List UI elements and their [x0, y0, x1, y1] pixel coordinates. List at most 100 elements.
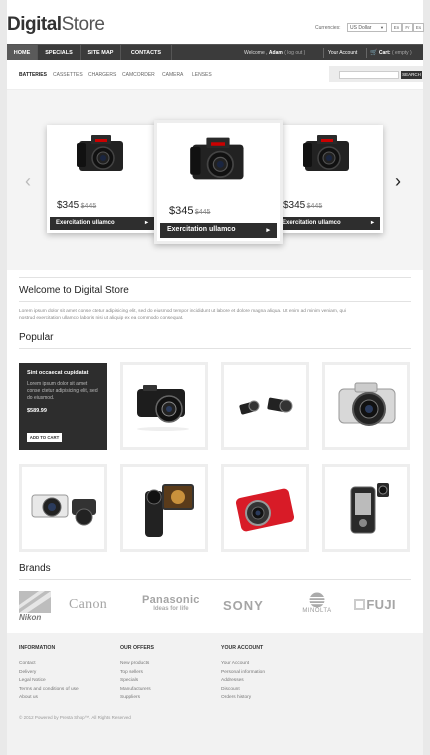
- pocket-camcorder-image: [350, 483, 389, 534]
- nav-contacts[interactable]: CONTACTS: [121, 45, 172, 61]
- nikon-logo-icon: [19, 591, 51, 613]
- brand-sony[interactable]: SONY: [223, 598, 264, 613]
- logo[interactable]: DigitalStore: [7, 14, 105, 36]
- cat-cassettes[interactable]: CASSETTES: [53, 72, 83, 78]
- brand-tagline: Ideas for life: [153, 606, 189, 612]
- brand-canon[interactable]: Canon: [69, 597, 107, 613]
- product-tile[interactable]: [221, 464, 309, 552]
- cat-chargers[interactable]: CHARGERS: [88, 72, 116, 78]
- caption-text: Exercitation ullamco: [167, 226, 236, 233]
- your-account-link[interactable]: Your Account: [328, 45, 357, 61]
- footer-link-your-account[interactable]: Your Account: [221, 661, 321, 666]
- welcome-text: Welcome , Adam ( log out ): [244, 45, 305, 61]
- nav-home[interactable]: HOME: [7, 45, 38, 61]
- page: DigitalStore Currencies: US Dollar ▼ En …: [7, 0, 424, 755]
- footer-link-manufacturers[interactable]: Manufacturers: [120, 687, 220, 692]
- old-price: $445: [194, 209, 211, 216]
- currency-label: Currencies:: [315, 25, 341, 31]
- product-tile[interactable]: [120, 362, 208, 450]
- lang-es-button[interactable]: Es: [413, 23, 424, 32]
- brand-panasonic[interactable]: Panasonic Ideas for life: [142, 594, 200, 612]
- copyright: © 2012 Powered by Presta Shop™. All Righ…: [19, 715, 131, 720]
- nav-divider: [323, 48, 324, 58]
- footer-link-delivery[interactable]: Delivery: [19, 670, 119, 675]
- logout-link[interactable]: ( log out ): [284, 50, 305, 56]
- caption-arrow-icon: ▸: [144, 220, 148, 226]
- footer-link-personal-info[interactable]: Personal information: [221, 670, 321, 675]
- currency-select[interactable]: US Dollar ▼: [347, 23, 387, 32]
- footer-link-addresses[interactable]: Addresses: [221, 678, 321, 683]
- camera-kit-image: [31, 494, 96, 526]
- caption-text: Exercitation ullamco: [56, 220, 115, 226]
- product-tile[interactable]: [322, 464, 410, 552]
- footer-link-suppliers[interactable]: Suppliers: [120, 695, 220, 700]
- compact-camera-image: [137, 385, 189, 431]
- card-caption[interactable]: Exercitation ullamco ▸: [50, 217, 154, 230]
- footer-link-orders[interactable]: Orders history: [221, 695, 321, 700]
- camcorder-image: [145, 484, 194, 537]
- camera-image: [303, 135, 349, 171]
- divider: [19, 277, 411, 278]
- cart-link[interactable]: 🛒 Cart: ( empty ): [370, 45, 412, 61]
- slider-card[interactable]: $345 $445 Exercitation ullamco ▸: [47, 125, 157, 233]
- brand-name: Panasonic: [142, 594, 200, 606]
- footer-link-about[interactable]: About us: [19, 695, 119, 700]
- lang-fr-button[interactable]: Fr: [402, 23, 413, 32]
- cat-batteries[interactable]: BATTERIES: [19, 72, 47, 78]
- price: $345 $445: [169, 205, 210, 217]
- card-caption[interactable]: Exercitation ullamco ▸: [276, 217, 380, 230]
- brand-name: Nikon: [19, 613, 42, 622]
- footer-link-new-products[interactable]: New products: [120, 661, 220, 666]
- nav-sitemap[interactable]: SITE MAP: [81, 45, 121, 61]
- old-price: $445: [306, 203, 323, 210]
- promo-tile: Sint occaecat cupidatat Lorem ipsum dolo…: [19, 363, 107, 450]
- welcome-prefix: Welcome ,: [244, 50, 268, 56]
- slider-card[interactable]: $345 $445 Exercitation ullamco ▸: [273, 125, 383, 233]
- product-tile[interactable]: [322, 362, 410, 450]
- caption-arrow-icon: ▸: [266, 227, 270, 234]
- slider-prev-arrow-icon[interactable]: ‹: [25, 172, 31, 190]
- footer-column-account: YOUR ACCOUNT Your Account Personal infor…: [221, 645, 321, 700]
- footer-column-information: INFORMATION Contact Delivery Legal Notic…: [19, 645, 119, 700]
- cart-icon: 🛒: [370, 50, 378, 56]
- slider-next-arrow-icon[interactable]: ›: [395, 172, 401, 190]
- card-caption[interactable]: Exercitation ullamco ▸: [160, 223, 277, 238]
- footer-link-contact[interactable]: Contact: [19, 661, 119, 666]
- search-button[interactable]: SEARCH: [401, 71, 422, 79]
- cat-camcorder[interactable]: CAMCORDER: [122, 72, 155, 78]
- footer-link-legal[interactable]: Legal Notice: [19, 678, 119, 683]
- caption-text: Exercitation ullamco: [282, 220, 341, 226]
- cat-lenses[interactable]: LENSES: [192, 72, 212, 78]
- cart-label: Cart:: [378, 50, 391, 56]
- nav-specials[interactable]: SPECIALS: [38, 45, 81, 61]
- footer-link-terms[interactable]: Terms and conditions of use: [19, 687, 119, 692]
- footer-link-specials[interactable]: Specials: [120, 678, 220, 683]
- brand-nikon[interactable]: Nikon: [19, 591, 51, 622]
- lang-en-button[interactable]: En: [391, 23, 402, 32]
- brand-minolta[interactable]: MINOLTA: [300, 592, 334, 614]
- current-price: $345: [57, 200, 80, 211]
- logo-bold: Digital: [7, 14, 62, 35]
- cat-camera[interactable]: CAMERA: [162, 72, 183, 78]
- divider: [19, 301, 411, 302]
- product-tile[interactable]: [19, 464, 107, 552]
- footer-link-top-sellers[interactable]: Top sellers: [120, 670, 220, 675]
- caption-arrow-icon: ▸: [370, 220, 374, 226]
- fuji-logo-icon: [354, 599, 365, 610]
- brands-title: Brands: [19, 563, 51, 574]
- welcome-text-line: nostrud exercitation ullamco laboris nis…: [19, 316, 184, 321]
- old-price: $445: [80, 203, 97, 210]
- camera-image: [190, 137, 244, 180]
- slider-card-active[interactable]: $345 $445 Exercitation ullamco ▸: [154, 120, 283, 244]
- camera-image: [77, 135, 123, 171]
- current-price: $345: [169, 205, 194, 217]
- product-tile[interactable]: [221, 362, 309, 450]
- user-name: Adam: [268, 50, 283, 56]
- brand-fuji[interactable]: FUJI: [354, 597, 396, 612]
- promo-text: Lorem ipsum dolor sit amet conse ctetur …: [27, 381, 98, 401]
- product-tile[interactable]: [120, 464, 208, 552]
- popular-title: Popular: [19, 332, 54, 343]
- footer-link-discount[interactable]: Discount: [221, 687, 321, 692]
- add-to-cart-button[interactable]: ADD TO CART: [27, 433, 62, 442]
- search-input[interactable]: [339, 71, 399, 79]
